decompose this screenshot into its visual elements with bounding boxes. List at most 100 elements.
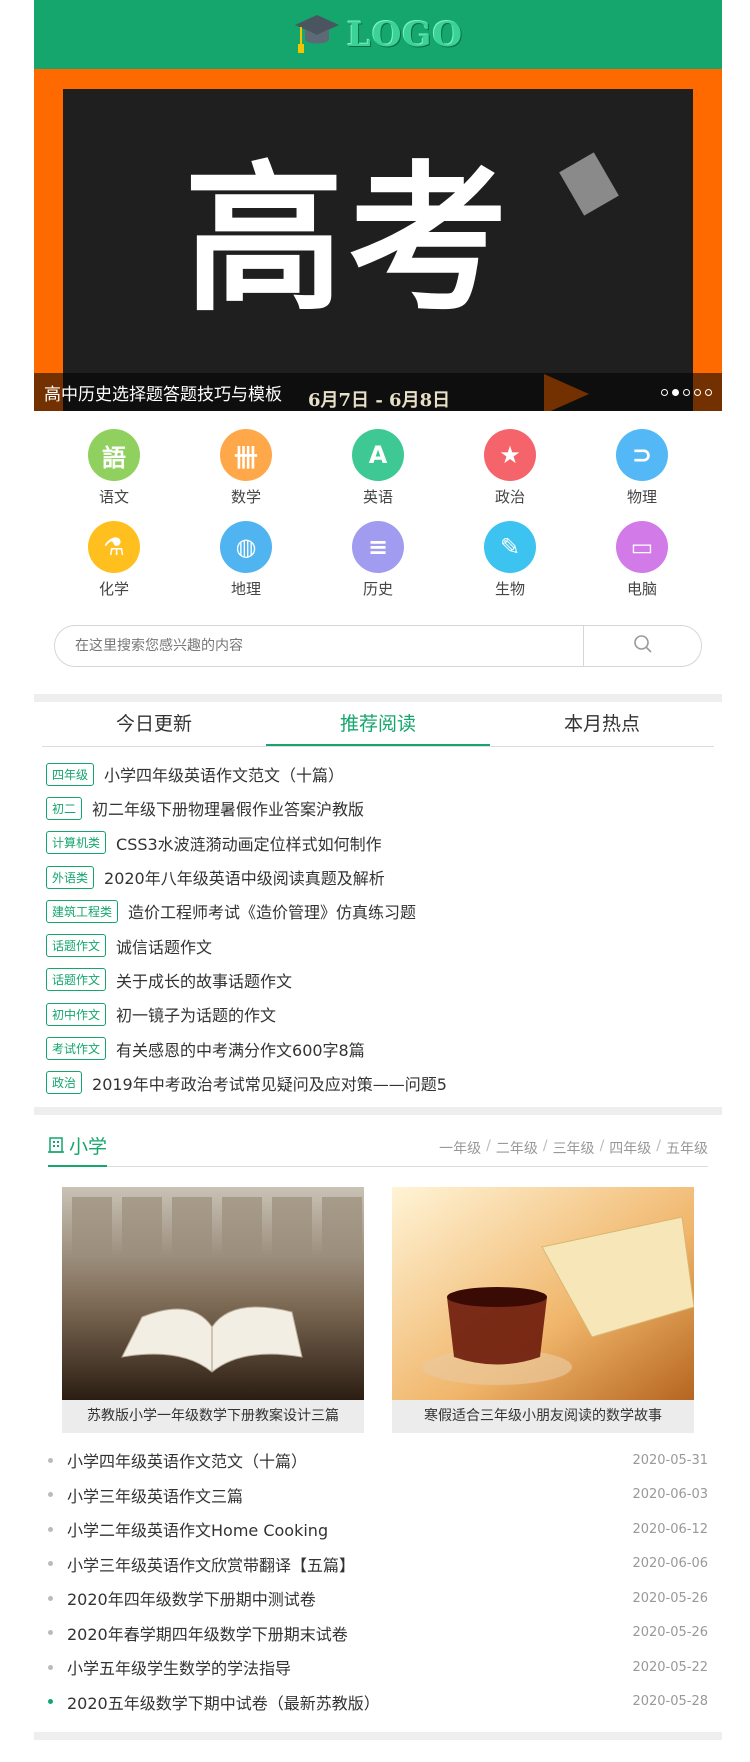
- news-row[interactable]: 话题作文 诚信话题作文: [46, 928, 710, 962]
- list-item[interactable]: 小学三年级英语作文欣赏带翻译【五篇】 2020-06-06: [48, 1547, 708, 1582]
- category-item[interactable]: ▭ 电脑: [576, 521, 708, 599]
- section-title[interactable]: 小学: [69, 1132, 107, 1159]
- slider-dot[interactable]: [683, 388, 690, 396]
- news-row[interactable]: 初中作文 初一镜子为话题的作文: [46, 997, 710, 1031]
- article-title[interactable]: 小学四年级英语作文范文（十篇）: [67, 1448, 632, 1472]
- slider-dots: [661, 388, 712, 396]
- article-title[interactable]: 小学三年级英语作文欣赏带翻译【五篇】: [67, 1552, 632, 1576]
- list-item[interactable]: 2020五年级数学下期中试卷（最新苏教版） 2020-05-28: [48, 1685, 708, 1720]
- category-tag[interactable]: 话题作文: [46, 934, 107, 958]
- banner-caption[interactable]: 高中历史选择题答题技巧与模板: [44, 380, 282, 405]
- list-item[interactable]: 2020年春学期四年级数学下册期末试卷 2020-05-26: [48, 1616, 708, 1651]
- article-title[interactable]: 2020五年级数学下期中试卷（最新苏教版）: [67, 1690, 632, 1714]
- news-row[interactable]: 外语类 2020年八年级英语中级阅读真题及解析: [46, 860, 710, 894]
- tab[interactable]: 今日更新: [42, 702, 266, 746]
- category-tag[interactable]: 政治: [46, 1071, 83, 1095]
- list-item[interactable]: 小学二年级英语作文Home Cooking 2020-06-12: [48, 1512, 708, 1547]
- grade-link[interactable]: 五年级: [666, 1138, 708, 1158]
- tab[interactable]: 推荐阅读: [266, 702, 490, 746]
- news-row[interactable]: 计算机类 CSS3水波涟漪动画定位样式如何制作: [46, 826, 710, 860]
- banner-slider[interactable]: 高考 高中历史选择题答题技巧与模板 6月7日 - 6月8日: [34, 69, 722, 411]
- news-row[interactable]: 初二 初二年级下册物理暑假作业答案沪教版: [46, 791, 710, 825]
- featured-picture[interactable]: 寒假适合三年级小朋友阅读的数学故事: [392, 1187, 694, 1433]
- category-item[interactable]: ◍ 地理: [180, 521, 312, 599]
- article-date: 2020-05-26: [632, 1625, 708, 1641]
- category-label: 英语: [362, 488, 393, 506]
- featured-pictures: 苏教版小学一年级数学下册教案设计三篇 寒假适合三年级小朋友阅读的数学故事: [34, 1167, 722, 1433]
- category-tag[interactable]: 四年级: [46, 762, 95, 786]
- category-tag[interactable]: 考试作文: [46, 1037, 107, 1061]
- news-title[interactable]: 有关感恩的中考满分作文600字8篇: [116, 1037, 365, 1061]
- list-item[interactable]: 小学四年级英语作文范文（十篇） 2020-05-31: [48, 1443, 708, 1478]
- news-title[interactable]: 造价工程师考试《造价管理》仿真练习题: [128, 899, 416, 923]
- category-panel: 語语文卌数学 A 英语 ★ 政治 ⊃ 物理 ⚗ 化学 ◍ 地理 ≡ 历史 ✎ 生物 ▭ 电脑: [34, 411, 722, 694]
- list-item[interactable]: 小学三年级英语作文三篇 2020-06-03: [48, 1478, 708, 1513]
- news-row[interactable]: 四年级 小学四年级英语作文范文（十篇）: [46, 757, 710, 791]
- slider-dot[interactable]: [705, 388, 712, 396]
- category-item[interactable]: 卌数学: [180, 429, 312, 507]
- banner-big-text: 高考: [184, 145, 513, 333]
- list-item[interactable]: 小学五年级学生数学的学法指导 2020-05-22: [48, 1650, 708, 1685]
- book-photo: [62, 1187, 364, 1400]
- reading-tabs-panel: 今日更新 推荐阅读 本月热点 四年级 小学四年级英语作文范文（十篇） 初二 初二年级下册物…: [34, 702, 722, 1107]
- news-row[interactable]: 建筑工程类 造价工程师考试《造价管理》仿真练习题: [46, 894, 710, 928]
- news-title[interactable]: 初二年级下册物理暑假作业答案沪教版: [92, 796, 364, 820]
- grade-links: 一年级 / 二年级 / 三年级 / 四年级 / 五年级: [439, 1138, 708, 1166]
- list-item[interactable]: 2020年四年级数学下册期中测试卷 2020-05-26: [48, 1581, 708, 1616]
- tab[interactable]: 本月热点: [490, 702, 714, 746]
- news-title[interactable]: CSS3水波涟漪动画定位样式如何制作: [116, 831, 382, 855]
- article-title[interactable]: 2020年春学期四年级数学下册期末试卷: [67, 1621, 632, 1645]
- category-tag[interactable]: 建筑工程类: [46, 899, 119, 923]
- search-bar: [54, 625, 702, 667]
- featured-picture[interactable]: 苏教版小学一年级数学下册教案设计三篇: [62, 1187, 364, 1433]
- category-item[interactable]: 語语文: [48, 429, 180, 507]
- picture-caption[interactable]: 寒假适合三年级小朋友阅读的数学故事: [392, 1400, 694, 1433]
- category-label: 政治: [494, 488, 525, 506]
- news-title[interactable]: 2019年中考政治考试常见疑问及应对策——问题5: [92, 1071, 447, 1095]
- grade-link[interactable]: 二年级: [496, 1138, 538, 1158]
- news-title[interactable]: 初一镜子为话题的作文: [116, 1002, 276, 1026]
- category-tag[interactable]: 计算机类: [46, 831, 107, 855]
- category-item[interactable]: ⚗ 化学: [48, 521, 180, 599]
- news-title[interactable]: 2020年八年级英语中级阅读真题及解析: [104, 865, 385, 889]
- category-item[interactable]: ★ 政治: [444, 429, 576, 507]
- slider-dot[interactable]: [672, 388, 679, 396]
- category-item[interactable]: A 英语: [312, 429, 444, 507]
- article-title[interactable]: 小学五年级学生数学的学法指导: [67, 1655, 632, 1679]
- article-title[interactable]: 2020年四年级数学下册期中测试卷: [67, 1586, 632, 1610]
- next-section-edge: [34, 1742, 722, 1762]
- news-title[interactable]: 诚信话题作文: [116, 934, 212, 958]
- slider-dot[interactable]: [694, 388, 701, 396]
- category-tag[interactable]: 初中作文: [46, 1002, 107, 1026]
- news-title[interactable]: 关于成长的故事话题作文: [116, 968, 292, 992]
- slider-dot[interactable]: [661, 388, 668, 396]
- news-title[interactable]: 小学四年级英语作文范文（十篇）: [104, 762, 344, 786]
- bullet-dot: [48, 1595, 53, 1601]
- category-item[interactable]: ≡ 历史: [312, 521, 444, 599]
- grade-link[interactable]: 一年级: [439, 1138, 481, 1158]
- category-tag[interactable]: 话题作文: [46, 968, 107, 992]
- article-date: 2020-05-28: [632, 1694, 708, 1710]
- picture-caption[interactable]: 苏教版小学一年级数学下册教案设计三篇: [62, 1400, 364, 1433]
- abacus-icon: 卌: [220, 429, 272, 481]
- globe-icon: ◍: [220, 521, 272, 573]
- category-tag[interactable]: 外语类: [46, 865, 95, 889]
- category-grid: 語语文卌数学 A 英语 ★ 政治 ⊃ 物理 ⚗ 化学 ◍ 地理 ≡ 历史 ✎ 生物 ▭ 电脑: [34, 429, 722, 599]
- category-tag[interactable]: 初二: [46, 796, 83, 820]
- category-label: 电脑: [626, 580, 657, 598]
- category-item[interactable]: ⊃ 物理: [576, 429, 708, 507]
- grade-link[interactable]: 三年级: [553, 1138, 595, 1158]
- graduation-cap-icon: [293, 11, 341, 59]
- grade-link[interactable]: 四年级: [609, 1138, 651, 1158]
- news-row[interactable]: 政治 2019年中考政治考试常见疑问及应对策——问题5: [46, 1066, 710, 1100]
- category-item[interactable]: ✎ 生物: [444, 521, 576, 599]
- news-row[interactable]: 话题作文 关于成长的故事话题作文: [46, 963, 710, 997]
- news-list: 四年级 小学四年级英语作文范文（十篇） 初二 初二年级下册物理暑假作业答案沪教版 计算机…: [34, 747, 722, 1100]
- category-label: 生物: [494, 580, 525, 598]
- article-title[interactable]: 小学三年级英语作文三篇: [67, 1483, 632, 1507]
- article-title[interactable]: 小学二年级英语作文Home Cooking: [67, 1517, 632, 1541]
- logo[interactable]: LOGO: [293, 11, 463, 59]
- news-row[interactable]: 考试作文 有关感恩的中考满分作文600字8篇: [46, 1031, 710, 1065]
- search-button[interactable]: [583, 626, 701, 666]
- search-input[interactable]: [55, 626, 583, 666]
